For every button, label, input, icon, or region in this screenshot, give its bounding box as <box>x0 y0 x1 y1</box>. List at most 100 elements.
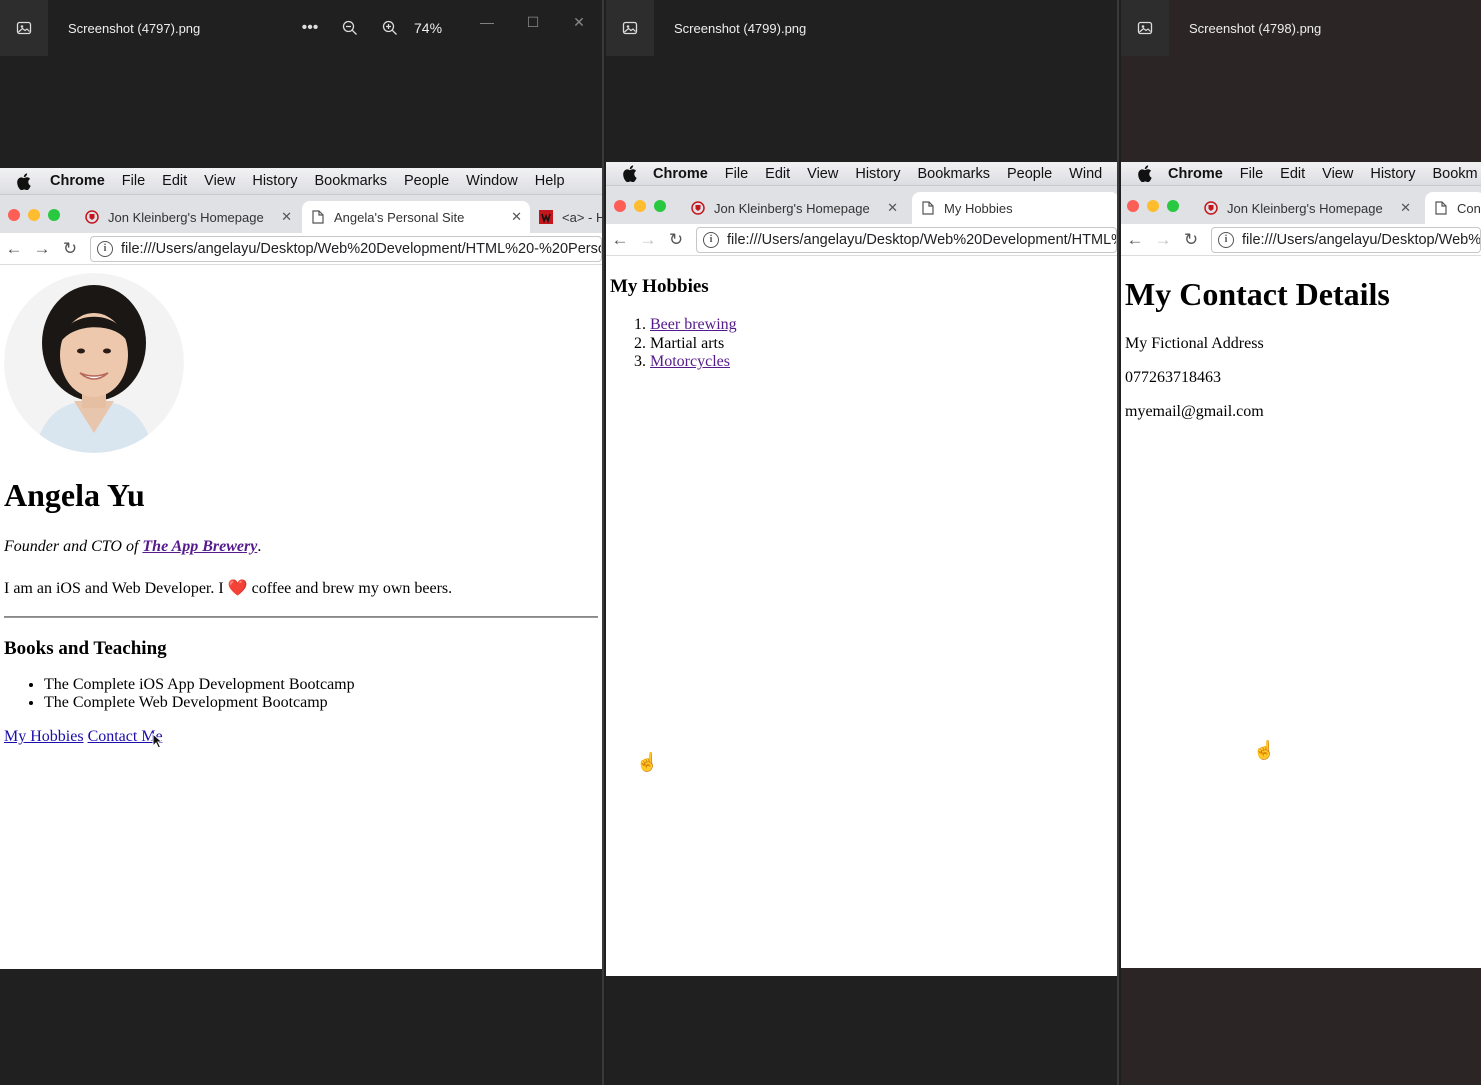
menu-view[interactable]: View <box>807 166 838 182</box>
reload-icon[interactable]: ↻ <box>662 230 690 250</box>
zoom-window-button[interactable] <box>48 209 60 221</box>
back-arrow-icon[interactable]: ← <box>0 239 28 259</box>
tab-strip: Jon Kleinberg's Homepage ✕ My Hobbies <box>606 186 1117 224</box>
menu-file[interactable]: File <box>122 173 145 189</box>
forward-arrow-icon[interactable]: → <box>634 230 662 250</box>
hand-pointer-icon: ☝ <box>1253 740 1276 760</box>
menu-view[interactable]: View <box>204 173 235 189</box>
address-bar[interactable]: i file:///Users/angelayu/Desktop/Web%20D… <box>696 226 1117 253</box>
cornell-favicon-icon <box>1203 200 1219 216</box>
page-content: My Hobbies Beer brewing Martial arts Mot… <box>606 276 1117 772</box>
menu-bookmarks[interactable]: Bookmarks <box>314 173 387 189</box>
photos-app-icon[interactable] <box>0 0 48 56</box>
photo-viewer-window-2: Screenshot (4799).png Chrome File Edit V… <box>606 0 1119 1085</box>
menu-edit[interactable]: Edit <box>1280 166 1305 182</box>
back-arrow-icon[interactable]: ← <box>606 230 634 250</box>
zoom-in-icon[interactable] <box>370 8 410 48</box>
maximize-icon[interactable]: ☐ <box>510 0 556 44</box>
tab-jon-kleinberg[interactable]: Jon Kleinberg's Homepage ✕ <box>76 201 300 233</box>
reload-icon[interactable]: ↻ <box>1177 230 1205 250</box>
document-icon <box>920 200 936 216</box>
tab-angelas-personal-site[interactable]: Angela's Personal Site ✕ <box>302 201 530 233</box>
bio-paragraph: I am an iOS and Web Developer. I ❤️ coff… <box>4 580 453 597</box>
close-window-button[interactable] <box>614 200 626 212</box>
tab-close-icon[interactable]: ✕ <box>281 209 292 225</box>
back-arrow-icon[interactable]: ← <box>1121 230 1149 250</box>
zoom-window-button[interactable] <box>1167 200 1179 212</box>
mac-menubar: Chrome File Edit View History Bookmarks … <box>606 162 1117 186</box>
heart-icon: ❤️ <box>227 580 248 597</box>
page-content: My Contact Details My Fictional Address … <box>1121 276 1481 760</box>
address-bar[interactable]: i file:///Users/angelayu/Desktop/Web%20D… <box>90 235 602 262</box>
tab-contact[interactable]: Cont <box>1425 192 1481 224</box>
menu-people[interactable]: People <box>1007 166 1052 182</box>
cornell-favicon-icon <box>84 209 100 225</box>
tab-my-hobbies[interactable]: My Hobbies <box>912 192 1117 224</box>
tab-close-icon[interactable]: ✕ <box>511 209 522 225</box>
tab-jon-kleinberg[interactable]: Jon Kleinberg's Homepage ✕ <box>682 192 906 224</box>
beer-brewing-link[interactable]: Beer brewing <box>650 316 737 333</box>
menu-window[interactable]: Wind <box>1069 166 1102 182</box>
menu-bookmarks[interactable]: Bookm <box>1432 166 1477 182</box>
file-name: Screenshot (4799).png <box>674 20 807 36</box>
zoom-out-icon[interactable] <box>330 8 370 48</box>
menu-chrome[interactable]: Chrome <box>653 166 708 182</box>
menu-view[interactable]: View <box>1322 166 1353 182</box>
tab-close-icon[interactable]: ✕ <box>887 200 898 216</box>
window-controls <box>614 200 666 212</box>
menu-chrome[interactable]: Chrome <box>1168 166 1223 182</box>
my-hobbies-link[interactable]: My Hobbies <box>4 728 84 745</box>
minimize-window-button[interactable] <box>634 200 646 212</box>
address-text: My Fictional Address <box>1125 335 1264 352</box>
apple-icon <box>16 172 34 190</box>
menu-history[interactable]: History <box>855 166 900 182</box>
tab-close-icon[interactable]: ✕ <box>1400 200 1411 216</box>
menu-history[interactable]: History <box>1370 166 1415 182</box>
photo-viewer-window-3: Screenshot (4798).png Chrome File Edit V… <box>1121 0 1481 1085</box>
menu-edit[interactable]: Edit <box>162 173 187 189</box>
close-window-button[interactable] <box>8 209 20 221</box>
more-options-icon[interactable]: ••• <box>290 8 330 48</box>
menu-edit[interactable]: Edit <box>765 166 790 182</box>
list-item: Martial arts <box>650 335 1113 354</box>
info-icon[interactable]: i <box>1218 231 1234 248</box>
menu-people[interactable]: People <box>404 173 449 189</box>
info-icon[interactable]: i <box>97 240 113 257</box>
minimize-window-button[interactable] <box>1147 200 1159 212</box>
menu-file[interactable]: File <box>1240 166 1263 182</box>
browser-toolbar: ← → ↻ i file:///Users/angelayu/Desktop/W… <box>0 233 602 265</box>
close-window-button[interactable] <box>1127 200 1139 212</box>
address-bar[interactable]: i file:///Users/angelayu/Desktop/Web%20D… <box>1211 226 1481 253</box>
menu-chrome[interactable]: Chrome <box>50 173 105 189</box>
tab-jon-kleinberg[interactable]: Jon Kleinberg's Homepage ✕ <box>1195 192 1419 224</box>
motorcycles-link[interactable]: Motorcycles <box>650 353 730 370</box>
photos-app-icon[interactable] <box>1121 0 1169 56</box>
tab-a-html[interactable]: <a> - HT <box>530 201 602 233</box>
info-icon[interactable]: i <box>703 231 719 248</box>
minimize-window-button[interactable] <box>28 209 40 221</box>
reload-icon[interactable]: ↻ <box>56 239 84 259</box>
app-brewery-link[interactable]: The App Brewery <box>142 538 257 555</box>
minimize-icon[interactable]: — <box>464 0 510 44</box>
menu-bookmarks[interactable]: Bookmarks <box>917 166 990 182</box>
forward-arrow-icon[interactable]: → <box>1149 230 1177 250</box>
hand-pointer-icon: ☝ <box>636 752 659 772</box>
menu-help[interactable]: Help <box>535 173 565 189</box>
tab-strip: Jon Kleinberg's Homepage ✕ Cont <box>1121 186 1481 224</box>
menu-window[interactable]: Window <box>466 173 518 189</box>
menu-file[interactable]: File <box>725 166 748 182</box>
section-heading: Books and Teaching <box>4 638 167 659</box>
page-heading: Angela Yu <box>4 477 145 513</box>
apple-icon <box>1137 165 1152 182</box>
forward-arrow-icon[interactable]: → <box>28 239 56 259</box>
url-text: file:///Users/angelayu/Desktop/Web%20Dev… <box>121 240 601 257</box>
zoom-window-button[interactable] <box>654 200 666 212</box>
browser-toolbar: ← → ↻ i file:///Users/angelayu/Desktop/W… <box>606 224 1117 256</box>
cornell-favicon-icon <box>690 200 706 216</box>
menu-history[interactable]: History <box>252 173 297 189</box>
photos-app-icon[interactable] <box>606 0 654 56</box>
screenshot-image: Chrome File Edit View History Bookmarks … <box>606 162 1117 976</box>
close-icon[interactable]: ✕ <box>556 0 602 44</box>
hobbies-list: Beer brewing Martial arts Motorcycles <box>610 316 1113 372</box>
apple-icon <box>622 165 637 182</box>
